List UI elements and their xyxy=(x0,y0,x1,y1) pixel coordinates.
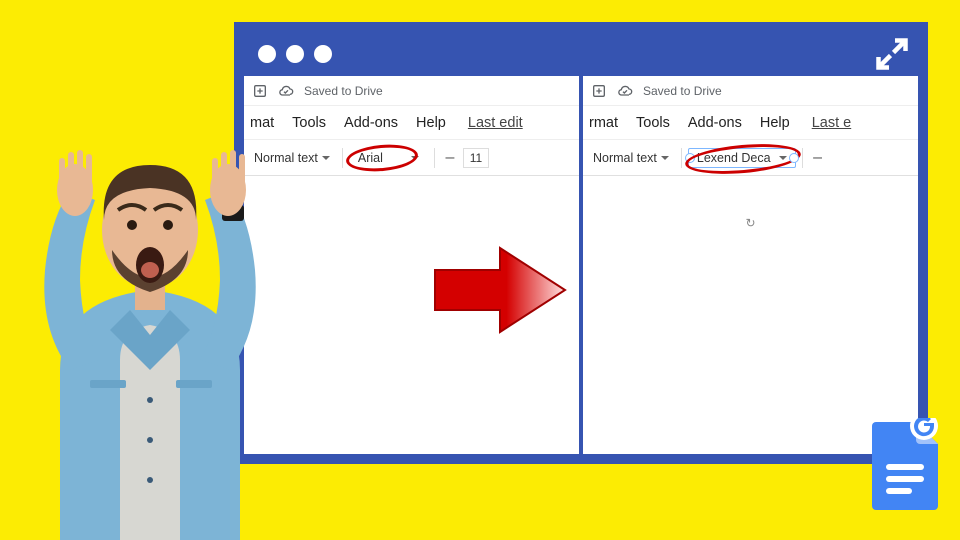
browser-window: Saved to Drive mat Tools Add-ons Help La… xyxy=(234,22,928,464)
insert-icon[interactable] xyxy=(252,83,268,99)
cloud-saved-icon xyxy=(278,83,294,99)
menu-help[interactable]: Help xyxy=(416,115,446,131)
toolbar-divider xyxy=(342,148,343,168)
menu-help[interactable]: Help xyxy=(760,115,790,131)
expand-icon[interactable] xyxy=(874,36,910,72)
menu-addons[interactable]: Add-ons xyxy=(688,115,742,131)
drive-status-label: Saved to Drive xyxy=(304,84,383,98)
menu-format-fragment[interactable]: rmat xyxy=(589,115,618,131)
last-edit-link[interactable]: Last e xyxy=(812,115,852,131)
last-edit-link[interactable]: Last edit xyxy=(468,115,523,131)
font-size-decrease-button[interactable]: – xyxy=(809,149,827,167)
chevron-down-icon xyxy=(661,156,669,160)
font-family-label: Arial xyxy=(358,151,383,165)
paragraph-style-dropdown[interactable]: Normal text xyxy=(587,149,675,167)
toolbar-divider xyxy=(802,148,803,168)
refresh-icon: ↻ xyxy=(745,216,755,230)
drive-status-row: Saved to Drive xyxy=(583,76,918,106)
menu-tools[interactable]: Tools xyxy=(292,115,326,131)
drive-status-label: Saved to Drive xyxy=(643,84,722,98)
chevron-down-icon xyxy=(779,156,787,160)
chevron-down-icon xyxy=(322,156,330,160)
toolbar: Normal text Lexend Deca – xyxy=(583,140,918,176)
font-family-dropdown[interactable]: Lexend Deca xyxy=(688,148,796,168)
font-size-decrease-button[interactable]: – xyxy=(441,149,459,167)
menu-bar: rmat Tools Add-ons Help Last e xyxy=(583,106,918,140)
toolbar-divider xyxy=(434,148,435,168)
google-docs-logo xyxy=(872,418,942,510)
pane-after: Saved to Drive rmat Tools Add-ons Help L… xyxy=(579,76,918,454)
toolbar: Normal text Arial – 11 xyxy=(244,140,579,176)
pane-before: Saved to Drive mat Tools Add-ons Help La… xyxy=(244,76,579,454)
paragraph-style-dropdown[interactable]: Normal text xyxy=(248,149,336,167)
font-size-input[interactable]: 11 xyxy=(463,148,489,168)
cloud-saved-icon xyxy=(617,83,633,99)
window-dot[interactable] xyxy=(286,45,304,63)
drive-status-row: Saved to Drive xyxy=(244,76,579,106)
pane-container: Saved to Drive mat Tools Add-ons Help La… xyxy=(244,76,918,454)
window-titlebar xyxy=(244,32,918,76)
paragraph-style-label: Normal text xyxy=(593,151,657,165)
font-family-label: Lexend Deca xyxy=(697,151,771,165)
menu-tools[interactable]: Tools xyxy=(636,115,670,131)
menu-bar: mat Tools Add-ons Help Last edit xyxy=(244,106,579,140)
window-dot[interactable] xyxy=(258,45,276,63)
window-dot[interactable] xyxy=(314,45,332,63)
toolbar-divider xyxy=(681,148,682,168)
menu-addons[interactable]: Add-ons xyxy=(344,115,398,131)
menu-format-fragment[interactable]: mat xyxy=(250,115,274,131)
insert-icon[interactable] xyxy=(591,83,607,99)
font-family-dropdown[interactable]: Arial xyxy=(349,148,428,168)
chevron-down-icon xyxy=(411,156,419,160)
paragraph-style-label: Normal text xyxy=(254,151,318,165)
